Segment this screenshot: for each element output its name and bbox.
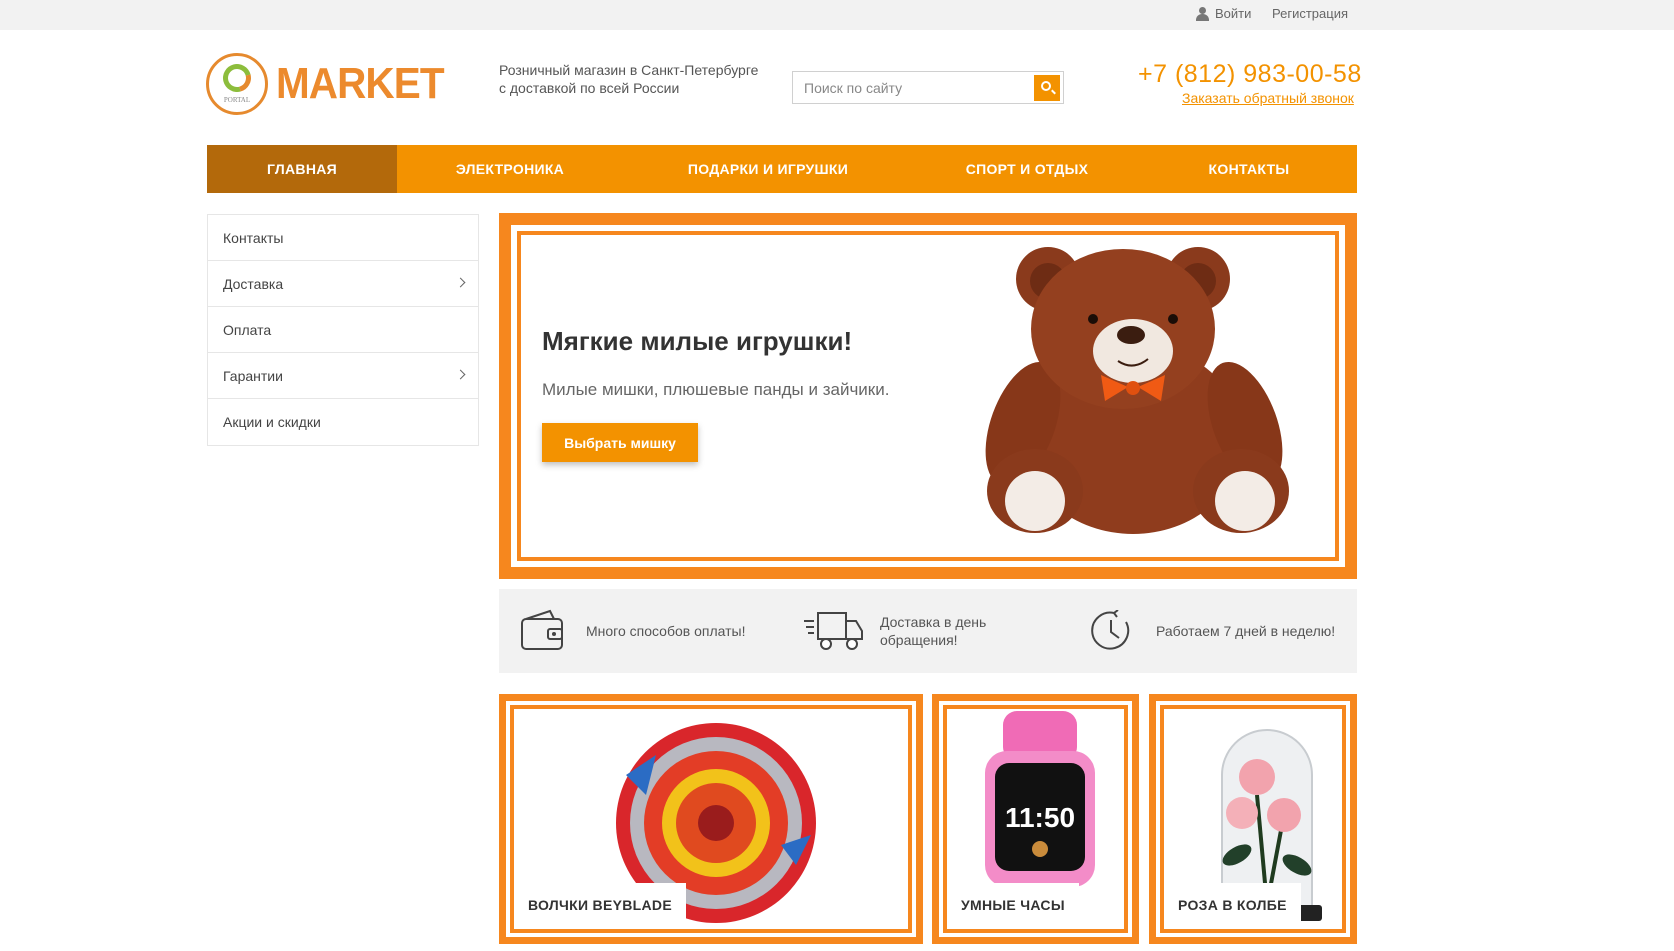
- tagline-line-2: с доставкой по всей России: [499, 80, 680, 96]
- teddy-bear-image: [985, 247, 1289, 534]
- product-label-smart-watch: УМНЫЕ ЧАСЫ: [947, 883, 1079, 927]
- tagline-line-1: Розничный магазин в Санкт-Петербурге: [499, 62, 759, 78]
- chevron-right-icon: [455, 277, 466, 288]
- store-tagline: Розничный магазин в Санкт-Петербурге с д…: [499, 61, 779, 97]
- sidebar-item-label: Оплата: [223, 321, 272, 338]
- product-label-beyblade: ВОЛЧКИ BEYBLADE: [514, 883, 686, 927]
- sidebar-item-guarantees[interactable]: Гарантии: [208, 353, 478, 399]
- search-input[interactable]: [793, 72, 1033, 103]
- nav-item-gifts-toys[interactable]: ПОДАРКИ И ИГРУШКИ: [623, 145, 913, 193]
- logo-emblem-icon: PORTAL: [206, 53, 268, 115]
- nav-item-sport[interactable]: СПОРТ И ОТДЫХ: [913, 145, 1141, 193]
- watch-time-text: 11:50: [1005, 802, 1075, 833]
- product-tile-smart-watch[interactable]: 11:50 УМНЫЕ ЧАСЫ: [932, 694, 1139, 944]
- sidebar-item-promotions[interactable]: Акции и скидки: [208, 399, 478, 445]
- sidebar-item-delivery[interactable]: Доставка: [208, 261, 478, 307]
- sidebar-item-payment[interactable]: Оплата: [208, 307, 478, 353]
- truck-icon: [804, 612, 863, 650]
- promo-banner: Мягкие милые игрушки! Милые мишки, плюше…: [499, 213, 1357, 579]
- search-button[interactable]: [1034, 75, 1060, 101]
- feature-schedule-text: Работаем 7 дней в неделю!: [1156, 623, 1336, 639]
- sidebar-item-label: Контакты: [223, 229, 284, 246]
- user-icon: [1196, 6, 1209, 21]
- features-strip: Много способов оплаты! Доставка в день о…: [499, 589, 1357, 673]
- site-logo[interactable]: PORTAL MARKET: [206, 53, 458, 115]
- login-label: Войти: [1215, 6, 1252, 21]
- choose-bear-button[interactable]: Выбрать мишку: [542, 423, 698, 462]
- sidebar-item-label: Акции и скидки: [223, 414, 321, 430]
- banner-title: Мягкие милые игрушки!: [542, 326, 853, 356]
- nav-item-home[interactable]: ГЛАВНАЯ: [207, 145, 397, 193]
- banner-subtitle: Милые мишки, плюшевые панды и зайчики.: [542, 380, 890, 399]
- feature-delivery-text: Доставка в день обращения!: [880, 614, 987, 648]
- logo-small-text: PORTAL: [223, 96, 251, 104]
- main-nav: ГЛАВНАЯ ЭЛЕКТРОНИКА ПОДАРКИ И ИГРУШКИ СП…: [207, 145, 1357, 193]
- register-link[interactable]: Регистрация: [1272, 6, 1348, 21]
- wallet-icon: [521, 609, 563, 650]
- phone-number[interactable]: +7 (812) 983-00-58: [1138, 60, 1362, 89]
- sidebar-item-label: Доставка: [223, 275, 284, 292]
- product-label-rose: РОЗА В КОЛБЕ: [1164, 883, 1301, 927]
- callback-link[interactable]: Заказать обратный звонок: [1182, 90, 1354, 106]
- nav-item-contacts[interactable]: КОНТАКТЫ: [1141, 145, 1357, 193]
- nav-item-electronics[interactable]: ЭЛЕКТРОНИКА: [397, 145, 623, 193]
- login-link[interactable]: Войти: [1196, 6, 1251, 21]
- product-tile-rose[interactable]: РОЗА В КОЛБЕ: [1149, 694, 1357, 944]
- feature-payment-text: Много способов оплаты!: [586, 623, 746, 639]
- search-box: [792, 71, 1064, 104]
- clock-icon: [1091, 610, 1130, 650]
- chevron-right-icon: [455, 369, 466, 380]
- sidebar-menu: Контакты Доставка Оплата Гарантии Акции …: [207, 214, 479, 446]
- sidebar-item-label: Гарантии: [223, 367, 283, 384]
- sidebar-item-contacts[interactable]: Контакты: [208, 215, 478, 261]
- top-bar: Войти Регистрация: [0, 0, 1674, 30]
- product-tile-beyblade[interactable]: ВОЛЧКИ BEYBLADE: [499, 694, 923, 944]
- search-icon: [1041, 81, 1051, 91]
- logo-text: MARKET: [276, 59, 445, 108]
